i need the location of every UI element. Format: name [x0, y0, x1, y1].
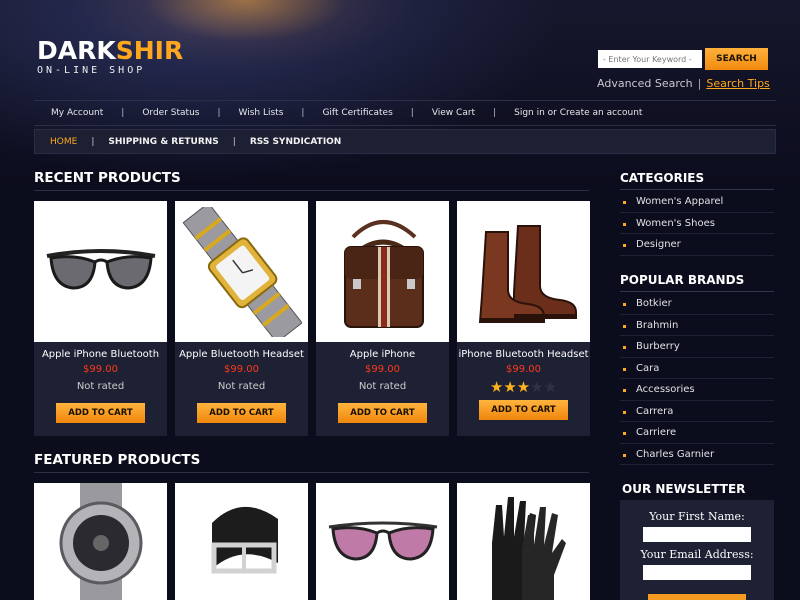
product-name[interactable]: Apple Bluetooth Headset	[175, 349, 308, 360]
product-card: iPhone Bluetooth Headset $99.00 ★★★★★ AD…	[457, 201, 590, 436]
add-to-cart-button[interactable]: ADD TO CART	[56, 403, 145, 423]
category-link[interactable]: Designer	[620, 234, 774, 256]
logo-wordmark: DARKSHIR	[37, 38, 183, 64]
boots-icon[interactable]	[457, 201, 590, 342]
star-icon: ★	[530, 378, 544, 396]
product-card: Apple Bluetooth Headset $99.00 Not rated…	[175, 201, 308, 436]
sport-watch-icon[interactable]	[34, 483, 167, 600]
main-menu: HOME | SHIPPING & RETURNS | RSS SYNDICATIO…	[34, 129, 776, 154]
product-name[interactable]: Apple iPhone Bluetooth	[34, 349, 167, 360]
brand-link[interactable]: Charles Garnier	[620, 444, 774, 465]
product-price: $99.00	[506, 364, 541, 375]
product-rating: Not rated	[217, 381, 266, 392]
featured-products-title: FEATURED PRODUCTS	[34, 452, 589, 473]
search-tips-link[interactable]: Search Tips	[706, 77, 769, 90]
brand-link[interactable]: Burberry	[620, 336, 774, 358]
logo-part-shir: SHIR	[115, 36, 184, 65]
brands-list: Botkier Brahmin Burberry Cara Accessorie…	[620, 293, 774, 465]
briefcase-icon[interactable]	[316, 201, 449, 342]
menu-rss-syndication[interactable]: RSS SYNDICATION	[236, 137, 356, 147]
brand-link[interactable]: Carrera	[620, 401, 774, 422]
nav-sign-in[interactable]: Sign in or Create an account	[496, 108, 660, 118]
star-icon: ★	[489, 378, 504, 396]
brand-link[interactable]: Cara	[620, 358, 774, 379]
add-to-cart-button[interactable]: ADD TO CART	[338, 403, 427, 423]
product-card: Apple iPhone $99.00 Not rated ADD TO CAR…	[316, 201, 449, 436]
nav-order-status[interactable]: Order Status	[124, 108, 217, 118]
sunglasses-icon[interactable]	[34, 201, 167, 342]
sunglasses-icon[interactable]	[316, 483, 449, 600]
add-to-cart-button[interactable]: ADD TO CART	[197, 403, 286, 423]
brand-link[interactable]: Accessories	[620, 379, 774, 401]
search-links: Advanced Search | Search Tips	[597, 77, 770, 90]
product-card: Apple iPhone Bluetooth $99.00 Not rated …	[34, 201, 167, 436]
star-icon: ★	[503, 378, 517, 396]
belt-icon[interactable]	[175, 483, 308, 600]
brand-link[interactable]: Brahmin	[620, 315, 774, 336]
recent-products-title: RECENT PRODUCTS	[34, 170, 589, 191]
popular-brands-title: POPULAR BRANDS	[620, 273, 774, 292]
nav-gift-certificates[interactable]: Gift Certificates	[304, 108, 410, 118]
newsletter-title: OUR NEWSLETTER	[620, 482, 774, 501]
star-icon: ★	[543, 378, 558, 396]
header-background	[0, 0, 800, 190]
add-to-cart-button[interactable]: ADD TO CART	[479, 400, 568, 420]
star-icon: ★	[516, 378, 531, 396]
product-name[interactable]: iPhone Bluetooth Headset	[457, 349, 590, 360]
email-field[interactable]	[643, 565, 751, 580]
nav-wish-lists[interactable]: Wish Lists	[221, 108, 302, 118]
brand-link[interactable]: Botkier	[620, 293, 774, 315]
categories-title: CATEGORIES	[620, 171, 774, 190]
logo-part-dark: DARK	[37, 36, 116, 65]
product-name[interactable]: Apple iPhone	[316, 349, 449, 360]
brand-link[interactable]: Carriere	[620, 422, 774, 444]
category-link[interactable]: Women's Apparel	[620, 191, 774, 213]
logo-tagline: ON-LINE SHOP	[37, 65, 146, 76]
nav-view-cart[interactable]: View Cart	[414, 108, 493, 118]
watch-icon[interactable]	[175, 201, 308, 342]
nav-my-account[interactable]: My Account	[34, 108, 121, 118]
product-rating: Not rated	[358, 381, 407, 392]
email-label: Your Email Address:	[640, 548, 754, 561]
search-input[interactable]	[598, 50, 702, 68]
site-logo[interactable]: DARKSHIR ON-LINE SHOP	[37, 38, 183, 77]
account-nav: My Account | Order Status | Wish Lists | Gi…	[34, 100, 776, 126]
product-price: $99.00	[224, 364, 259, 375]
subscribe-button[interactable]	[648, 594, 746, 600]
first-name-field[interactable]	[643, 527, 751, 542]
product-price: $99.00	[365, 364, 400, 375]
search-button[interactable]: SEARCH	[705, 48, 768, 70]
search-links-separator: |	[697, 77, 702, 90]
first-name-label: Your First Name:	[649, 510, 745, 523]
newsletter-form: Your First Name: Your Email Address:	[620, 500, 774, 600]
menu-home[interactable]: HOME	[35, 137, 91, 147]
product-price: $99.00	[83, 364, 118, 375]
category-link[interactable]: Women's Shoes	[620, 213, 774, 234]
product-star-rating: ★★★★★	[457, 380, 590, 395]
menu-shipping-returns[interactable]: SHIPPING & RETURNS	[94, 137, 232, 147]
gloves-icon[interactable]	[457, 483, 590, 600]
product-rating: Not rated	[76, 381, 125, 392]
advanced-search-link[interactable]: Advanced Search	[597, 77, 693, 90]
categories-list: Women's Apparel Women's Shoes Designer	[620, 191, 774, 256]
